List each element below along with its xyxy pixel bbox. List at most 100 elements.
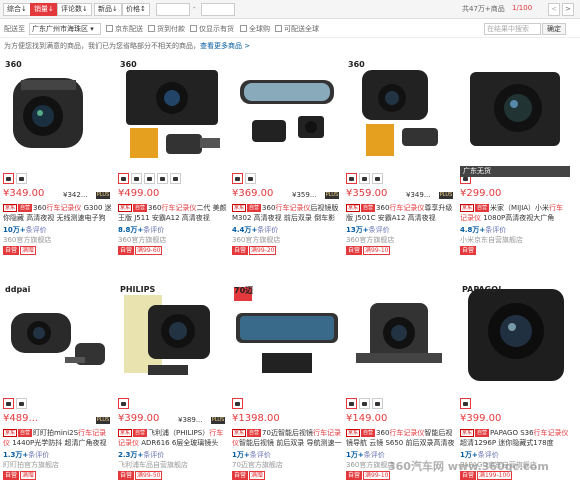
product-title[interactable]: 京东 自营 360行车记录仪二代 美颜王版 J511 安霸A12 高清夜视 <box>118 204 228 223</box>
comment-count[interactable]: 10万+条评价 <box>3 225 47 235</box>
thumbnail[interactable] <box>170 173 181 184</box>
shop-name[interactable]: 360官方旗舰店 <box>3 235 51 245</box>
plus-price: ¥359... <box>292 191 317 199</box>
thumbnail-strip <box>232 173 342 185</box>
shop-name[interactable]: 360官方旗舰店 <box>232 235 280 245</box>
sort-comprehensive-button[interactable]: 综合↓ <box>3 3 31 16</box>
shop-name[interactable]: 360官方旗舰店 <box>346 235 394 245</box>
comment-count[interactable]: 2.3万+条评价 <box>118 450 164 460</box>
sort-new-button[interactable]: 新品↓ <box>94 3 122 16</box>
price: ¥299.00 <box>460 188 502 199</box>
promo-tags: 自营 满赠 <box>232 471 266 480</box>
shop-name[interactable]: 小米京东自营旗舰店 <box>460 235 523 245</box>
comment-count[interactable]: 4.4万+条评价 <box>232 225 278 235</box>
product-image[interactable] <box>460 58 570 166</box>
promo-tag: 满赠 <box>20 246 37 255</box>
product-image[interactable] <box>232 283 342 391</box>
price-separator: - <box>193 4 196 12</box>
thumbnail[interactable] <box>157 173 168 184</box>
price-min-input[interactable] <box>156 3 190 16</box>
price-max-input[interactable] <box>201 3 235 16</box>
watermark: 360汽车网 www.360qc.com <box>388 460 549 473</box>
price: ¥349.00 <box>3 188 45 199</box>
product-image[interactable] <box>346 58 456 166</box>
thumbnail[interactable] <box>16 173 27 184</box>
thumbnail-strip <box>3 398 113 410</box>
sort-price-button[interactable]: 价格↕ <box>122 3 150 16</box>
shop-name[interactable]: 360官方旗舰店 <box>118 235 166 245</box>
cod-label: 货到付款 <box>157 25 185 33</box>
product-title[interactable]: 京东 自营 360行车记录仪尊享升级版 J501C 安霸A12 高清夜视 <box>346 204 456 223</box>
thumbnail[interactable] <box>245 173 256 184</box>
product-title[interactable]: 京东 自营 盯盯拍mini2S行车记录仪 1440P光学防抖 超清广角夜视 <box>3 429 113 448</box>
thumbnail[interactable] <box>359 398 370 409</box>
comment-count[interactable]: 4.8万+条评价 <box>460 225 506 235</box>
global-checkbox[interactable] <box>240 25 247 32</box>
thumbnail[interactable] <box>359 173 370 184</box>
product-image[interactable] <box>460 283 570 391</box>
comment-count[interactable]: 1万+条评价 <box>346 450 385 460</box>
product-title[interactable]: 京东自营360行车记录仪智能后视镜导航 云镜 S650 前后双录高清夜视 <box>346 429 456 448</box>
comment-count[interactable]: 13万+条评价 <box>346 225 390 235</box>
product-card[interactable]: 70迈 ¥1398.00 京东 自营 70迈智能后视镜行车记录仪智能后视镜 前后双录 导… <box>232 283 342 501</box>
promo-tags: 自营 满99-20 <box>232 246 277 255</box>
thumbnail[interactable] <box>232 173 243 184</box>
in-stock-checkbox[interactable] <box>190 25 197 32</box>
product-card[interactable]: 360 ¥359.00 ¥349... PLUS 京东 自营 360行车记录仪尊享升级版 J… <box>346 58 456 276</box>
sort-sales-button[interactable]: 销量↓ <box>30 3 58 16</box>
thumbnail[interactable] <box>3 173 14 184</box>
global-label: 全球购 <box>249 25 270 33</box>
product-card[interactable]: 360 ¥349.00 ¥342... PLUS 京东 自营 360行车记录仪 G300 迷… <box>3 58 113 276</box>
thumbnail[interactable] <box>372 398 383 409</box>
thumbnail[interactable] <box>232 398 243 409</box>
thumbnail[interactable] <box>460 398 471 409</box>
shop-name[interactable]: 70迈官方旗舰店 <box>232 460 283 470</box>
product-card[interactable]: 360 ¥499.00 京东 自营 360行车记录仪二代 美颜王版 J511 安霸A12… <box>118 58 228 276</box>
product-image[interactable] <box>118 58 228 166</box>
promo-tag: 自营 <box>232 471 249 480</box>
thumbnail[interactable] <box>118 398 129 409</box>
thumbnail[interactable] <box>16 398 27 409</box>
shop-name[interactable]: 盯盯拍官方旗舰店 <box>3 460 59 470</box>
view-more-link[interactable]: 查看更多商品 > <box>200 42 250 50</box>
product-title[interactable]: 京东 自营 米家（MIJIA）小米行车记录仪 1080P高清夜视大广角 <box>460 204 570 223</box>
jd-delivery-checkbox[interactable] <box>106 25 113 32</box>
thumbnail[interactable] <box>144 173 155 184</box>
location-select[interactable]: 广东广州市海珠区 ▾ <box>29 23 101 35</box>
product-image[interactable] <box>118 283 228 391</box>
prev-page-button[interactable]: < <box>548 3 560 16</box>
brand-logo: PAPAGO! <box>462 285 502 294</box>
product-title[interactable]: 京东自营360行车记录仪后视镜版 M302 高清夜视 前后双录 倒车影像 <box>232 204 342 223</box>
product-title[interactable]: 京东 自营 飞利浦（PHILIPS）行车记录仪 ADR616 6层全玻璃镜头 <box>118 429 228 448</box>
comment-count[interactable]: 1.3万+条评价 <box>3 450 49 460</box>
confirm-button[interactable]: 确定 <box>542 23 566 35</box>
cod-checkbox[interactable] <box>148 25 155 32</box>
product-card[interactable]: ¥369.00 ¥359... PLUS 京东 自营 360行车记录仪后视镜版 M302 … <box>232 58 342 276</box>
product-image[interactable] <box>232 58 342 166</box>
comment-count[interactable]: 8.8万+条评价 <box>118 225 164 235</box>
thumbnail[interactable] <box>372 173 383 184</box>
omit-tip: 为方便您找到满意的商品，我们已为您省略部分不相关的商品，查看更多商品 > <box>4 42 251 50</box>
product-image[interactable] <box>3 283 113 391</box>
product-card[interactable]: PHILIPS ¥399.00 ¥389... PLUS 京东 自营 飞利浦（PHILIPS… <box>118 283 228 501</box>
promo-tags: 自营 满99-10 <box>346 471 391 480</box>
sort-comments-button[interactable]: 评论数↓ <box>57 3 92 16</box>
thumbnail[interactable] <box>3 398 14 409</box>
global-ship-checkbox[interactable] <box>275 25 282 32</box>
search-in-results-input[interactable]: 在结果中搜索 <box>484 23 541 35</box>
shop-name[interactable]: 飞利浦车品自营旗舰店 <box>118 460 188 470</box>
next-page-button[interactable]: > <box>562 3 574 16</box>
product-card[interactable]: ddpai ¥489... PLUS 京东 自营 盯盯拍mini2S行车记录仪 1440P… <box>3 283 113 501</box>
thumbnail[interactable] <box>118 173 129 184</box>
product-title[interactable]: 京东 自营 360行车记录仪 G300 迷你隐藏 高清夜视 无线测速电子狗 <box>3 204 113 223</box>
product-card[interactable]: 广东无货 ¥299.00 京东 自营 米家（MIJIA）小米行车记录仪 1080P高清夜… <box>460 58 570 276</box>
product-title[interactable]: 京东自营70迈智能后视镜行车记录仪智能后视镜 前后双录 导航测速一体机 <box>232 429 342 448</box>
product-title[interactable]: 京东 自营 PAPAGO S36行车记录仪 超清1296P 迷你隐藏式178度 <box>460 429 570 448</box>
product-image[interactable] <box>3 58 113 166</box>
comment-count[interactable]: 1万+条评价 <box>232 450 271 460</box>
product-image[interactable] <box>346 283 456 391</box>
thumbnail[interactable] <box>346 398 357 409</box>
thumbnail-strip <box>232 398 342 410</box>
thumbnail[interactable] <box>346 173 357 184</box>
thumbnail[interactable] <box>131 173 142 184</box>
